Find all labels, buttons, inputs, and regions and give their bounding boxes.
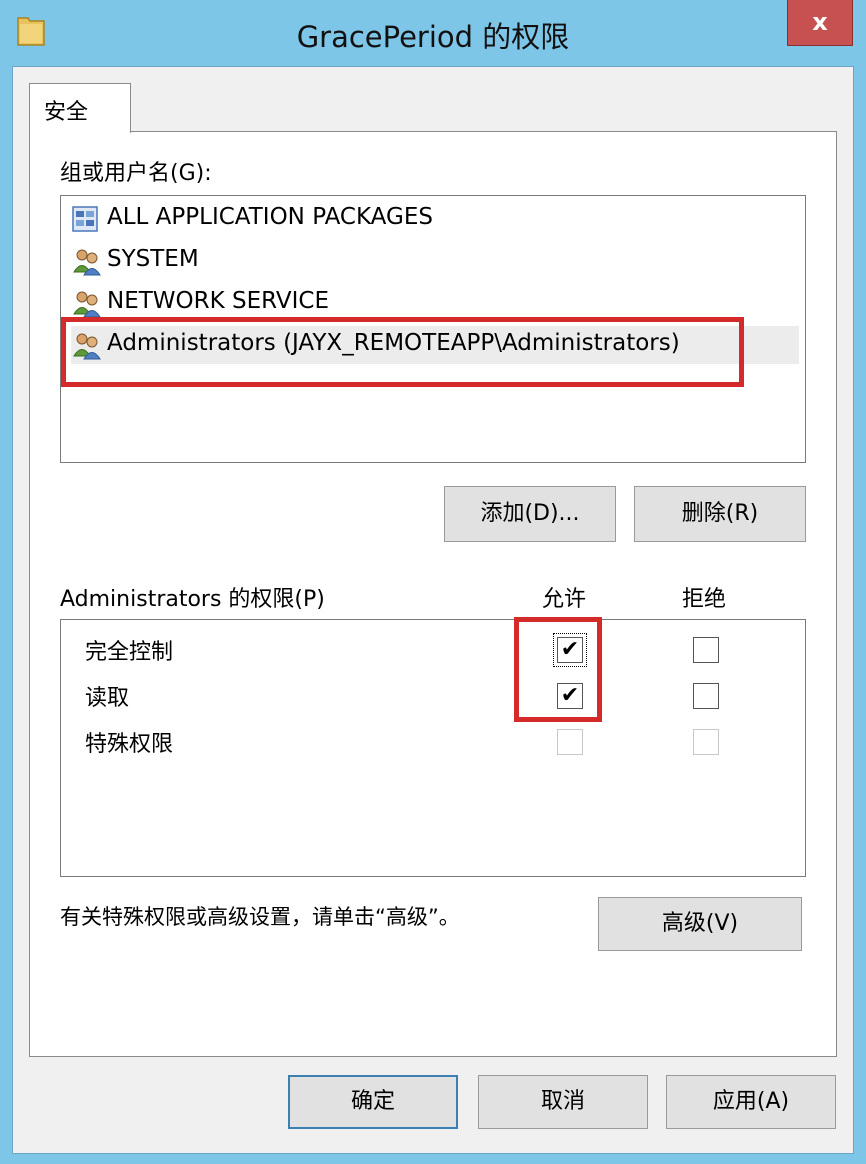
- list-item-label: ALL APPLICATION PACKAGES: [107, 204, 433, 230]
- permission-full-control-label: 完全控制: [85, 640, 174, 665]
- special-deny-checkbox: [693, 729, 719, 755]
- group-users-label: 组或用户名(G):: [60, 161, 212, 186]
- permission-read-label: 读取: [85, 686, 130, 711]
- cancel-button[interactable]: 取消: [478, 1075, 648, 1129]
- add-button[interactable]: 添加(D)...: [444, 486, 616, 542]
- advanced-hint: 有关特殊权限或高级设置，请单击“高级”。: [60, 905, 460, 929]
- list-item[interactable]: ALL APPLICATION PACKAGES: [71, 200, 799, 238]
- ok-button[interactable]: 确定: [288, 1075, 458, 1129]
- read-deny-checkbox[interactable]: [693, 683, 719, 709]
- full-control-deny-checkbox[interactable]: [693, 637, 719, 663]
- tab-security[interactable]: 安全: [29, 83, 131, 133]
- special-allow-checkbox: [557, 729, 583, 755]
- title-bar: GracePeriod 的权限 x: [0, 0, 866, 66]
- permission-special-label: 特殊权限: [85, 732, 174, 757]
- list-item-label: SYSTEM: [107, 246, 199, 272]
- window-title: GracePeriod 的权限: [296, 20, 570, 54]
- close-button[interactable]: x: [787, 0, 853, 46]
- deny-header: 拒绝: [682, 587, 727, 612]
- permissions-list: 完全控制 读取 特殊权限 ✔ ✔: [60, 619, 806, 877]
- users-icon: [73, 291, 101, 318]
- app-packages-icon: [72, 206, 98, 232]
- advanced-button[interactable]: 高级(V): [598, 897, 802, 951]
- remove-button[interactable]: 删除(R): [634, 486, 806, 542]
- highlight-box-allow-checkboxes: [514, 617, 602, 722]
- list-item-label: NETWORK SERVICE: [107, 288, 329, 314]
- apply-button[interactable]: 应用(A): [666, 1075, 836, 1129]
- highlight-box-selected-user: [61, 317, 744, 387]
- users-icon: [73, 249, 101, 276]
- allow-header: 允许: [542, 587, 587, 612]
- dialog-body: 安全 组或用户名(G): ALL APPLICATION PACKAGES SY…: [12, 66, 854, 1154]
- list-item[interactable]: SYSTEM: [71, 242, 799, 280]
- permissions-label: Administrators 的权限(P): [60, 587, 325, 612]
